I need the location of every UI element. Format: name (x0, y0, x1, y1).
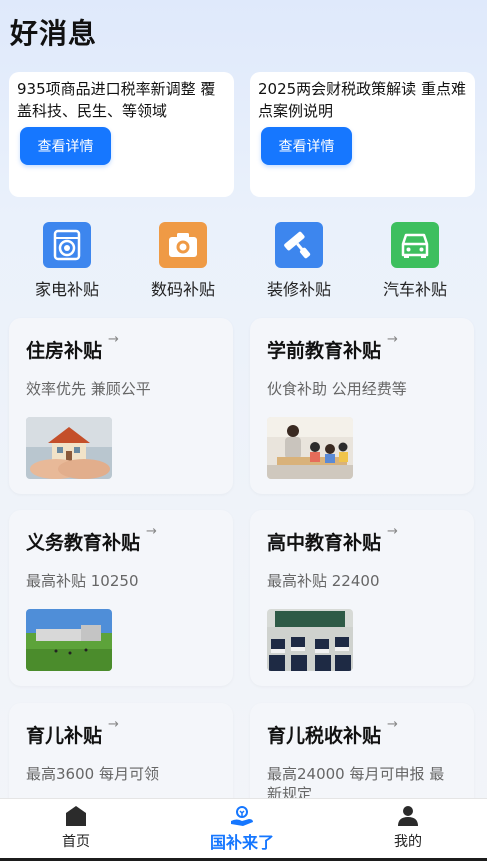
category-renovation[interactable]: 装修补贴 (241, 222, 357, 300)
card-preschool-subsidy[interactable]: 学前教育补贴 → 伙食补助 公用经费等 (250, 318, 474, 494)
card-housing-subsidy[interactable]: 住房补贴 → 效率优先 兼顾公平 (9, 318, 233, 494)
home-icon (66, 806, 86, 826)
tab-label: 我的 (394, 834, 422, 850)
house-in-hands-photo (26, 417, 112, 479)
paint-roller-icon (275, 222, 323, 268)
subsidy-icon (231, 806, 253, 826)
arrow-icon: → (387, 524, 398, 539)
news-text: 935项商品进口税率新调整 覆盖科技、民生、等领域 (17, 80, 216, 120)
arrow-icon: → (146, 524, 157, 539)
camera-icon (159, 222, 207, 268)
school-campus-photo (26, 609, 112, 671)
view-details-button[interactable]: 查看详情 (261, 127, 352, 165)
card-title: 高中教育补贴 (267, 532, 382, 554)
card-subtitle: 最高补贴 22400 (267, 572, 380, 590)
view-details-button[interactable]: 查看详情 (20, 127, 111, 165)
page: 好消息 935项商品进口税率新调整 覆盖科技、民生、等领域 查看详情 2025两… (0, 0, 487, 861)
bottom-tab-bar: 首页 国补来了 我的 (0, 798, 487, 861)
tab-profile[interactable]: 我的 (348, 805, 468, 855)
category-label: 数码补贴 (150, 280, 215, 299)
washing-machine-icon (43, 222, 91, 268)
card-title: 育儿税收补贴 (267, 725, 382, 747)
category-digital[interactable]: 数码补贴 (125, 222, 241, 300)
tab-label: 国补来了 (209, 833, 274, 852)
user-icon (398, 806, 418, 826)
news-card-2[interactable]: 2025两会财税政策解读 重点难点案例说明 查看详情 (250, 72, 475, 197)
tab-subsidy[interactable]: 国补来了 (182, 805, 302, 855)
card-title: 学前教育补贴 (267, 340, 382, 362)
category-label: 装修补贴 (266, 280, 331, 299)
card-subtitle: 效率优先 兼顾公平 (26, 380, 151, 398)
classroom-exam-photo (267, 609, 353, 671)
news-text: 2025两会财税政策解读 重点难点案例说明 (258, 80, 466, 120)
news-card-1[interactable]: 935项商品进口税率新调整 覆盖科技、民生、等领域 查看详情 (9, 72, 234, 197)
card-subtitle: 伙食补助 公用经费等 (267, 380, 407, 398)
card-title: 育儿补贴 (26, 725, 103, 747)
car-icon (391, 222, 439, 268)
arrow-icon: → (387, 717, 398, 732)
page-title: 好消息 (10, 17, 98, 50)
card-subtitle: 最高补贴 10250 (26, 572, 139, 590)
card-subtitle: 最高3600 每月可领 (26, 765, 159, 783)
arrow-icon: → (108, 332, 119, 347)
category-appliance[interactable]: 家电补贴 (9, 222, 125, 300)
preschool-class-photo (267, 417, 353, 479)
arrow-icon: → (108, 717, 119, 732)
tab-home[interactable]: 首页 (16, 805, 136, 855)
card-highschool-subsidy[interactable]: 高中教育补贴 → 最高补贴 22400 (250, 510, 474, 686)
category-label: 汽车补贴 (382, 280, 447, 299)
card-title: 住房补贴 (26, 340, 103, 362)
card-compulsory-education-subsidy[interactable]: 义务教育补贴 → 最高补贴 10250 (9, 510, 233, 686)
tab-label: 首页 (62, 834, 90, 850)
arrow-icon: → (387, 332, 398, 347)
card-title: 义务教育补贴 (26, 532, 141, 554)
category-car[interactable]: 汽车补贴 (357, 222, 473, 300)
category-label: 家电补贴 (34, 280, 99, 299)
